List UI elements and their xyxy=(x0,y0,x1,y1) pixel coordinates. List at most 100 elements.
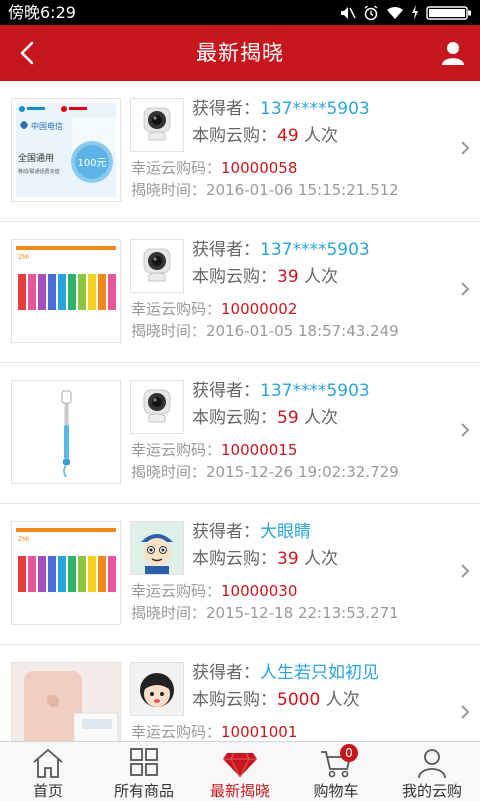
person-icon xyxy=(418,749,446,779)
purchase-count: 39 xyxy=(277,549,299,569)
purchase-label: 本购云购： xyxy=(192,267,277,287)
reveal-time-label: 揭晓时间： xyxy=(131,463,207,481)
purchase-line: 本购云购：39 人次 xyxy=(192,265,338,289)
chevron-right-icon xyxy=(461,705,470,719)
bottom-nav: 首页 所有商品 最新揭晓 0 购物车 我的云购 xyxy=(0,741,480,801)
avatar xyxy=(130,521,184,575)
purchase-line: 本购云购：59 人次 xyxy=(192,406,338,430)
purchase-unit: 人次 xyxy=(298,126,339,146)
chevron-right-icon xyxy=(461,141,470,155)
winner-line: 获得者：137****5903 xyxy=(192,379,370,403)
list-item[interactable]: ZMI 获得者：137****5903 本购云购：39 人次 幸运云购码：100… xyxy=(0,222,480,363)
winner-name[interactable]: 137****5903 xyxy=(260,240,370,260)
winner-label: 获得者： xyxy=(192,240,260,260)
chevron-right-icon xyxy=(461,564,470,578)
lucky-code-line: 幸运云购码：10001001 xyxy=(131,721,297,741)
purchase-unit: 人次 xyxy=(298,267,339,287)
avatar xyxy=(130,380,184,434)
lucky-code: 10000030 xyxy=(221,582,298,600)
nav-item-home[interactable]: 首页 xyxy=(0,742,96,801)
lucky-code-line: 幸运云购码：10000002 xyxy=(131,298,297,320)
list-item[interactable]: 获得者：137****5903 本购云购：59 人次 幸运云购码：1000001… xyxy=(0,363,480,504)
mute-icon xyxy=(341,6,356,19)
purchase-label: 本购云购： xyxy=(192,549,277,569)
pack-brand-text: ZMI xyxy=(18,536,29,543)
card-title-text: 全国通用 xyxy=(18,152,54,164)
nav-item-cart[interactable]: 0 购物车 xyxy=(288,742,384,801)
reveal-list: 中国电信 100元 全国通用 移动/联通话费充值 获得者：137****5903… xyxy=(0,81,480,741)
winner-name[interactable]: 人生若只如初见 xyxy=(260,663,379,683)
nav-label: 首页 xyxy=(32,782,63,800)
nav-label: 购物车 xyxy=(313,782,359,800)
page-title: 最新揭晓 xyxy=(196,41,284,65)
lucky-code-label: 幸运云购码： xyxy=(131,582,222,600)
card-sub-text: 移动/联通话费充值 xyxy=(18,168,60,175)
list-item[interactable]: 中国电信 100元 全国通用 移动/联通话费充值 获得者：137****5903… xyxy=(0,81,480,222)
chevron-right-icon xyxy=(461,423,470,437)
wifi-icon xyxy=(387,6,403,19)
avatar xyxy=(130,98,184,152)
list-item[interactable]: ZMI 获得者：大眼睛 本购云购：39 人次 幸运云购码：10000030 揭晓… xyxy=(0,504,480,645)
avatar xyxy=(130,239,184,293)
pack-brand-text: ZMI xyxy=(18,254,29,261)
winner-line: 获得者：人生若只如初见 xyxy=(192,661,379,685)
purchase-count: 5000 xyxy=(277,690,321,710)
cart-badge: 0 xyxy=(340,744,358,762)
winner-name[interactable]: 137****5903 xyxy=(260,99,370,119)
lucky-code-label: 幸运云购码： xyxy=(131,723,222,741)
reveal-time-line: 揭晓时间：2015-12-26 19:02:32.729 xyxy=(131,461,399,483)
lucky-code-line: 幸运云购码：10000015 xyxy=(131,439,297,461)
winner-line: 获得者：137****5903 xyxy=(192,238,370,262)
product-image-iphone xyxy=(11,662,121,741)
lucky-code-line: 幸运云购码：10000030 xyxy=(131,580,297,602)
reveal-time-label: 揭晓时间： xyxy=(131,604,207,622)
reveal-time-line: 揭晓时间：2015-12-18 22:13:53.271 xyxy=(131,602,399,624)
home-icon xyxy=(33,748,63,778)
winner-label: 获得者： xyxy=(192,381,260,401)
lucky-code: 10000015 xyxy=(221,441,298,459)
avatar xyxy=(130,662,184,716)
reveal-time: 2016-01-06 15:15:21.512 xyxy=(206,181,399,199)
winner-label: 获得者： xyxy=(192,663,260,683)
purchase-line: 本购云购：39 人次 xyxy=(192,547,338,571)
chevron-right-icon xyxy=(461,282,470,296)
reveal-time-label: 揭晓时间： xyxy=(131,181,207,199)
back-arrow-icon xyxy=(20,41,34,65)
lucky-code-line: 幸运云购码：10000058 xyxy=(131,157,297,179)
nav-item-my-yungou[interactable]: 我的云购 xyxy=(384,742,480,801)
reveal-time: 2015-12-26 19:02:32.729 xyxy=(206,463,399,481)
reveal-time-label: 揭晓时间： xyxy=(131,322,207,340)
cartoon-girl-avatar-icon xyxy=(131,663,183,715)
lucky-code: 10000058 xyxy=(221,159,298,177)
lucky-code-label: 幸运云购码： xyxy=(131,300,222,318)
svg-text:中国电信: 中国电信 xyxy=(31,121,63,131)
product-image-batteries: ZMI xyxy=(11,521,121,625)
reveal-time-line: 揭晓时间：2016-01-05 18:57:43.249 xyxy=(131,320,399,342)
winner-name[interactable]: 137****5903 xyxy=(260,381,370,401)
purchase-count: 39 xyxy=(277,267,299,287)
list-item[interactable]: 获得者：人生若只如初见 本购云购：5000 人次 幸运云购码：10001001 xyxy=(0,645,480,741)
camera-avatar-icon xyxy=(131,240,183,292)
nav-item-latest-reveal[interactable]: 最新揭晓 xyxy=(192,742,288,801)
card-value-text: 100元 xyxy=(77,158,106,169)
winner-label: 获得者： xyxy=(192,522,260,542)
app-header: 最新揭晓 xyxy=(0,25,480,81)
nav-item-all-products[interactable]: 所有商品 xyxy=(96,742,192,801)
gem-icon xyxy=(223,752,257,779)
purchase-line: 本购云购：5000 人次 xyxy=(192,688,360,712)
back-button[interactable] xyxy=(6,33,48,73)
camera-avatar-icon xyxy=(131,99,183,151)
purchase-unit: 人次 xyxy=(320,690,360,710)
winner-name[interactable]: 大眼睛 xyxy=(260,522,311,542)
grid-icon xyxy=(130,748,158,776)
winner-label: 获得者： xyxy=(192,99,260,119)
camera-avatar-icon xyxy=(131,381,183,433)
charging-icon xyxy=(412,5,418,20)
user-button[interactable] xyxy=(434,35,472,71)
purchase-unit: 人次 xyxy=(298,408,339,428)
nav-label: 最新揭晓 xyxy=(209,782,270,800)
lucky-code: 10000002 xyxy=(221,300,298,318)
purchase-label: 本购云购： xyxy=(192,126,277,146)
reveal-time: 2015-12-18 22:13:53.271 xyxy=(206,604,399,622)
nav-label: 我的云购 xyxy=(401,782,462,800)
